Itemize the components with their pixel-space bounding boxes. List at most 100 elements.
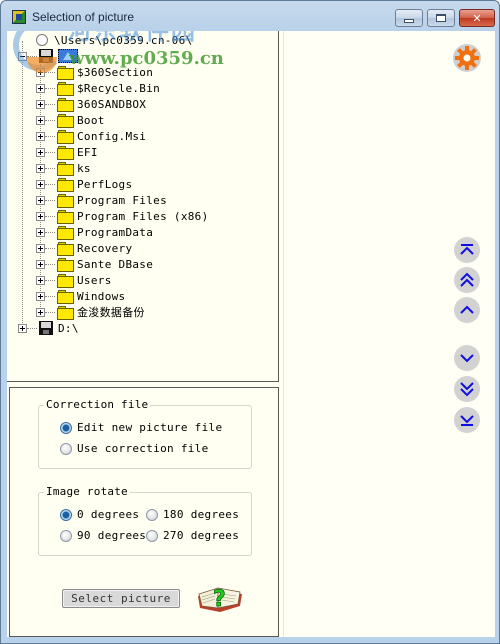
radio-label: 180 degrees	[163, 508, 240, 521]
tree-item-folder[interactable]: PerfLogs	[36, 176, 132, 192]
tree-item-folder[interactable]: ks	[36, 160, 91, 176]
tree-item-drive-d[interactable]: D:\	[18, 320, 79, 336]
tree-item-label: Recovery	[77, 241, 133, 255]
down-icon	[460, 354, 474, 363]
folder-icon	[57, 162, 74, 176]
tree-item-root-path[interactable]: \Users\pc0359.cn-06\	[36, 32, 192, 48]
radio-unchecked-icon[interactable]	[60, 529, 72, 542]
expand-icon[interactable]	[36, 115, 45, 125]
page-down-button[interactable]	[454, 376, 480, 402]
tree-item-folder[interactable]: Sante DBase	[36, 256, 153, 272]
radio-edit-new-picture-file[interactable]: Edit new picture file	[60, 421, 222, 434]
expand-icon[interactable]	[36, 67, 45, 77]
tree-item-label: Sante DBase	[77, 257, 154, 271]
minimize-icon	[404, 19, 414, 23]
tree-item-label: D:\	[58, 321, 79, 335]
tree-item-label: Program Files (x86)	[77, 209, 209, 223]
radio-unchecked-icon[interactable]	[146, 508, 158, 521]
tree-item-folder[interactable]: Users	[36, 272, 112, 288]
tree-item-folder[interactable]: Boot	[36, 112, 105, 128]
tree-item-folder[interactable]: Config.Msi	[36, 128, 146, 144]
image-rotate-group: Image rotate 0 degrees 180 degrees 90 de…	[38, 485, 252, 556]
tree-item-label: Boot	[77, 113, 105, 127]
radio-180-degrees[interactable]: 180 degrees	[146, 508, 239, 521]
folder-icon	[57, 194, 74, 208]
correction-file-group: Correction file Edit new picture file Us…	[38, 398, 252, 469]
radio-checked-icon[interactable]	[60, 508, 72, 521]
select-picture-button[interactable]: Select picture	[62, 589, 180, 608]
expand-icon[interactable]	[36, 227, 45, 237]
close-icon: ✕	[472, 11, 482, 25]
expand-icon[interactable]	[36, 99, 45, 109]
first-button[interactable]	[454, 237, 480, 263]
expand-icon[interactable]	[36, 243, 45, 253]
tree-item-label: $360Section	[77, 65, 154, 79]
tree-item-folder[interactable]: ProgramData	[36, 224, 153, 240]
tree-item-label: PerfLogs	[77, 177, 133, 191]
app-window: Selection of picture ✕ \Users\pc0359.cn-…	[0, 0, 500, 644]
close-button[interactable]: ✕	[459, 9, 495, 27]
expand-icon[interactable]	[36, 83, 45, 93]
tree-item-folder[interactable]: 金浚数据备份	[36, 304, 145, 320]
tree-item-folder[interactable]: EFI	[36, 144, 98, 160]
maximize-button[interactable]	[427, 9, 455, 27]
expand-icon[interactable]	[18, 323, 27, 333]
folder-icon	[57, 66, 74, 80]
expand-icon[interactable]	[36, 307, 45, 317]
down-button[interactable]	[454, 345, 480, 371]
app-icon	[12, 10, 26, 24]
radio-90-degrees[interactable]: 90 degrees	[60, 529, 146, 542]
tree-item-drive-c[interactable]	[18, 48, 78, 64]
tree-item-folder[interactable]: Program Files (x86)	[36, 208, 209, 224]
expand-icon[interactable]	[36, 275, 45, 285]
folder-icon	[57, 306, 74, 320]
radio-270-degrees[interactable]: 270 degrees	[146, 529, 239, 542]
page-up-button[interactable]	[454, 267, 480, 293]
expand-icon[interactable]	[36, 131, 45, 141]
folder-icon	[57, 242, 74, 256]
correction-file-legend: Correction file	[44, 398, 151, 411]
expand-icon[interactable]	[36, 195, 45, 205]
expand-icon[interactable]	[36, 147, 45, 157]
expand-icon[interactable]	[36, 179, 45, 189]
radio-use-correction-file[interactable]: Use correction file	[60, 442, 209, 455]
expand-icon[interactable]	[36, 163, 45, 173]
tree-item-label: Program Files	[77, 193, 167, 207]
minimize-button[interactable]	[395, 9, 423, 27]
drive-icon	[39, 49, 53, 63]
folder-tree[interactable]: \Users\pc0359.cn-06\ $360Section $Recycle…	[7, 31, 279, 382]
expand-icon[interactable]	[36, 259, 45, 269]
last-button[interactable]	[454, 407, 480, 433]
title-bar[interactable]: Selection of picture ✕	[1, 1, 499, 31]
expand-icon[interactable]	[36, 291, 45, 301]
expand-icon[interactable]	[36, 211, 45, 221]
radio-unchecked-icon[interactable]	[146, 529, 158, 542]
cd-icon	[36, 34, 48, 46]
radio-label: Edit new picture file	[77, 421, 223, 434]
radio-checked-icon[interactable]	[60, 421, 72, 434]
tree-item-folder[interactable]: Recovery	[36, 240, 132, 256]
tree-item-folder[interactable]: 360SANDBOX	[36, 96, 146, 112]
folder-icon	[57, 114, 74, 128]
up-button[interactable]	[454, 297, 480, 323]
tree-item-folder[interactable]: $Recycle.Bin	[36, 80, 160, 96]
window-title: Selection of picture	[32, 10, 135, 24]
tree-item-label: \Users\pc0359.cn-06\	[54, 33, 193, 47]
page-down-icon	[460, 382, 474, 397]
tree-item-label: Config.Msi	[77, 129, 147, 143]
selected-picture-icon	[58, 49, 78, 63]
radio-unchecked-icon[interactable]	[60, 442, 72, 455]
folder-icon	[57, 98, 74, 112]
client-area: \Users\pc0359.cn-06\ $360Section $Recycle…	[7, 31, 495, 637]
help-book-icon[interactable]: ?	[194, 582, 246, 614]
gear-icon[interactable]	[452, 43, 482, 73]
tree-item-folder[interactable]: Windows	[36, 288, 125, 304]
last-icon	[460, 415, 474, 426]
tree-item-folder[interactable]: Program Files	[36, 192, 167, 208]
tree-item-folder[interactable]: $360Section	[36, 64, 153, 80]
radio-0-degrees[interactable]: 0 degrees	[60, 508, 139, 521]
folder-icon	[57, 226, 74, 240]
first-icon	[460, 244, 474, 255]
collapse-icon[interactable]	[18, 51, 27, 61]
folder-icon	[57, 178, 74, 192]
